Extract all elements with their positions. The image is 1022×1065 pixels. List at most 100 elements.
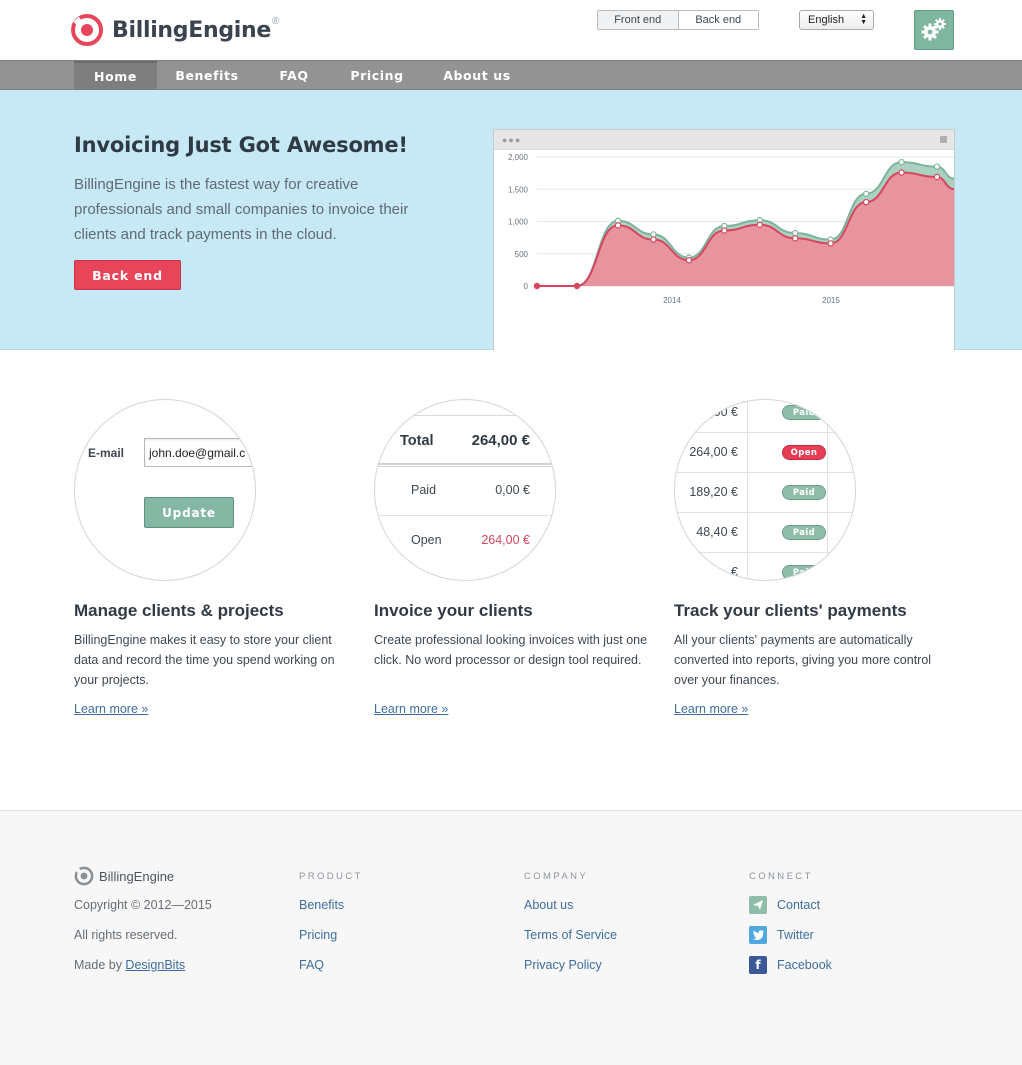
divider xyxy=(375,515,555,516)
data-point xyxy=(721,227,728,234)
nav-pricing[interactable]: Pricing xyxy=(336,61,418,89)
feature-title: Manage clients & projects xyxy=(74,601,284,620)
site-header: BillingEngine ® Front end Back end Engli… xyxy=(0,0,1022,60)
update-button[interactable]: Update xyxy=(144,497,234,528)
data-point xyxy=(756,221,763,228)
payment-amount: 189,20 € xyxy=(689,485,738,499)
feature-description: BillingEngine makes it easy to store you… xyxy=(74,633,335,687)
data-point xyxy=(573,282,581,290)
nav-home[interactable]: Home xyxy=(74,61,157,89)
contact-icon xyxy=(749,896,767,914)
y-tick-label: 1,000 xyxy=(508,218,529,227)
feature-description: Create professional looking invoices wit… xyxy=(374,633,648,667)
footer-link-about-us[interactable]: About us xyxy=(524,898,573,912)
data-point xyxy=(792,235,799,242)
learn-more-link[interactable]: Learn more » xyxy=(374,702,448,716)
made-by-prefix: Made by xyxy=(74,958,126,972)
learn-more-link[interactable]: Learn more » xyxy=(74,702,148,716)
nav-about-us[interactable]: About us xyxy=(430,61,524,89)
footer-link-facebook[interactable]: Facebook xyxy=(777,958,832,972)
settings-button[interactable] xyxy=(914,10,954,50)
total-label: Total xyxy=(400,433,434,449)
back-end-toggle[interactable]: Back end xyxy=(678,11,758,29)
data-point xyxy=(650,236,657,243)
front-end-toggle[interactable]: Front end xyxy=(598,11,679,29)
status-badge-paid: Paid xyxy=(782,405,826,420)
data-point xyxy=(650,231,657,238)
status-badge-open: Open xyxy=(782,445,826,460)
data-point xyxy=(898,158,905,166)
footer-link-terms[interactable]: Terms of Service xyxy=(524,928,617,942)
status-badge-paid: Paid xyxy=(782,525,826,540)
logo-mark-icon xyxy=(71,14,103,46)
brand-name: BillingEngine xyxy=(112,17,272,43)
gears-icon xyxy=(921,18,946,41)
company-heading: COMPANY xyxy=(524,871,589,882)
footer-brand-name: BillingEngine xyxy=(99,868,175,884)
data-point xyxy=(933,163,941,170)
x-tick-label: 2015 xyxy=(822,296,840,305)
footer-link-contact[interactable]: Contact xyxy=(777,898,820,912)
back-end-button[interactable]: Back end xyxy=(74,260,181,290)
email-field[interactable]: john.doe@gmail.c xyxy=(144,438,255,467)
payment-amount: € xyxy=(731,565,738,579)
y-tick-label: 2,000 xyxy=(508,153,529,162)
made-by-text: Made by DesignBits xyxy=(74,958,185,972)
logo[interactable]: BillingEngine ® xyxy=(71,14,279,46)
footer-logo[interactable]: BillingEngine xyxy=(74,866,174,886)
open-label: Open xyxy=(411,533,442,547)
footer-link-twitter[interactable]: Twitter xyxy=(777,928,814,942)
designbits-link[interactable]: DesignBits xyxy=(125,958,185,972)
data-point xyxy=(685,256,693,264)
footer-link-faq[interactable]: FAQ xyxy=(299,958,324,972)
hero-section: Invoicing Just Got Awesome! BillingEngin… xyxy=(0,90,1022,350)
payment-amount: 48,40 € xyxy=(696,525,738,539)
feature-illustration-payments: 30,00 € Paid 264,00 € Open 189,20 € Paid… xyxy=(674,399,856,581)
feature-invoice-clients: Total 264,00 € Paid 0,00 € Open 264,00 €… xyxy=(374,399,654,716)
data-point xyxy=(933,173,941,181)
payment-amount: 30,00 € xyxy=(696,405,738,419)
nav-faq[interactable]: FAQ xyxy=(262,61,326,89)
view-switch: Front end Back end xyxy=(597,10,759,30)
open-value: 264,00 € xyxy=(481,533,530,547)
logo-mark-icon xyxy=(74,866,94,886)
site-footer: BillingEngine Copyright © 2012—2015 All … xyxy=(0,810,1022,1065)
learn-more-link[interactable]: Learn more » xyxy=(674,702,748,716)
footer-link-pricing[interactable]: Pricing xyxy=(299,928,337,942)
status-badge-paid: Paid xyxy=(782,565,826,580)
footer-link-benefits[interactable]: Benefits xyxy=(299,898,344,912)
language-value: English xyxy=(808,14,845,26)
table-row-divider xyxy=(675,512,855,513)
window-dots-icon: ●●● xyxy=(502,135,522,145)
twitter-icon xyxy=(749,926,767,944)
footer-link-privacy[interactable]: Privacy Policy xyxy=(524,958,602,972)
data-point xyxy=(614,222,622,229)
y-tick-label: 0 xyxy=(524,282,529,291)
divider xyxy=(375,463,555,467)
paid-value: 0,00 € xyxy=(495,483,530,497)
table-row-divider xyxy=(675,552,855,553)
language-select[interactable]: English ▲ ▼ xyxy=(799,10,874,30)
data-point xyxy=(862,190,870,197)
main-nav: Home Benefits FAQ Pricing About us xyxy=(0,60,1022,90)
feature-illustration-invoice: Total 264,00 € Paid 0,00 € Open 264,00 € xyxy=(374,399,556,581)
paid-label: Paid xyxy=(411,483,437,497)
feature-title: Track your clients' payments xyxy=(674,601,907,620)
feature-illustration-email: E-mail john.doe@gmail.c Update xyxy=(74,399,256,581)
y-tick-label: 500 xyxy=(515,250,529,259)
table-row-divider xyxy=(675,472,855,473)
browser-toolbar: ●●● xyxy=(494,130,954,150)
revenue-chart: 2,000 1,500 1,000 500 0 2014 2015 xyxy=(508,153,954,305)
data-point xyxy=(827,240,834,247)
data-point xyxy=(792,229,799,237)
table-row-divider xyxy=(675,432,855,433)
data-point xyxy=(533,282,541,290)
nav-benefits[interactable]: Benefits xyxy=(162,61,252,89)
copyright-text: Copyright © 2012—2015 xyxy=(74,898,212,912)
table-column-divider xyxy=(827,400,828,580)
facebook-icon: f xyxy=(749,956,767,974)
payment-amount: 264,00 € xyxy=(689,445,738,459)
divider xyxy=(375,415,555,416)
feature-manage-clients: E-mail john.doe@gmail.c Update Manage cl… xyxy=(74,399,354,716)
rights-text: All rights reserved. xyxy=(74,928,178,942)
